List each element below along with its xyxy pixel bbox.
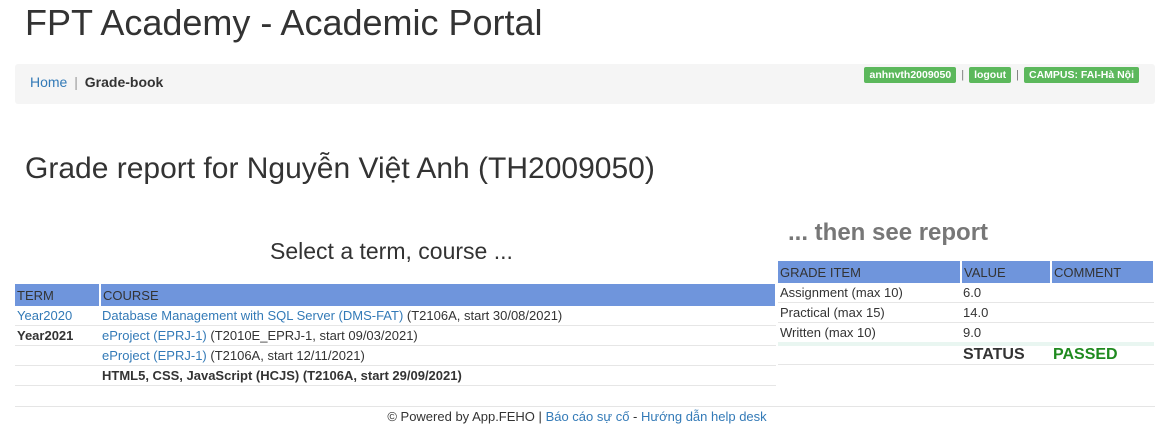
grade-item-name: Written (max 10)	[778, 322, 961, 345]
table-row: eProject (EPRJ-1) (T2106A, start 12/11/2…	[15, 345, 776, 366]
table-row: Year2021 eProject (EPRJ-1) (T2010E_EPRJ-…	[15, 325, 776, 346]
breadcrumb-separator: |	[74, 74, 78, 90]
grade-item-column-header: GRADE ITEM	[778, 261, 962, 283]
table-row: HTML5, CSS, JavaScript (HCJS) (T2106A, s…	[15, 365, 776, 386]
status-row: STATUS PASSED	[778, 342, 1154, 365]
course-link[interactable]: eProject (EPRJ-1)	[102, 328, 207, 343]
user-badges: anhnvth2009050 | logout | CAMPUS: FAI-Hà…	[864, 67, 1139, 83]
select-term-heading: Select a term, course ...	[270, 238, 513, 264]
course-detail: (T2106A, start 30/08/2021)	[403, 308, 563, 323]
footer-separator: -	[633, 409, 638, 424]
course-link[interactable]: Database Management with SQL Server (DMS…	[102, 308, 403, 323]
course-detail: (T2010E_EPRJ-1, start 09/03/2021)	[206, 328, 418, 343]
grade-item-name: Assignment (max 10)	[778, 283, 961, 303]
table-row: Year2020 Database Management with SQL Se…	[15, 306, 776, 326]
table-header-row: GRADE ITEM VALUE COMMENT	[778, 261, 1155, 283]
grade-item-comment	[1051, 283, 1154, 303]
report-issue-link[interactable]: Báo cáo sự cố	[546, 409, 630, 424]
term-course-table: TERM COURSE Year2020 Database Management…	[15, 284, 777, 386]
course-link[interactable]: eProject (EPRJ-1)	[102, 348, 207, 363]
term-cell-empty	[15, 345, 100, 366]
term-column-header: TERM	[15, 284, 101, 306]
badge-separator: |	[1016, 69, 1019, 81]
term-current-year2021: Year2021	[15, 325, 100, 346]
breadcrumb-current: Grade-book	[84, 74, 164, 90]
term-cell-empty	[15, 365, 100, 386]
grade-report-table: GRADE ITEM VALUE COMMENT Assignment (max…	[778, 261, 1155, 365]
table-header-row: TERM COURSE	[15, 284, 777, 306]
username-badge[interactable]: anhnvth2009050	[864, 67, 957, 83]
table-row: Assignment (max 10) 6.0	[778, 283, 1154, 303]
help-desk-link[interactable]: Hướng dẫn help desk	[641, 409, 767, 424]
status-label: STATUS	[961, 342, 1051, 365]
breadcrumb: Home | Grade-book	[30, 74, 163, 90]
term-link-year2020[interactable]: Year2020	[17, 308, 72, 323]
powered-by-text: © Powered by App.FEHO	[387, 409, 535, 424]
table-row: Practical (max 15) 14.0	[778, 302, 1154, 323]
value-column-header: VALUE	[961, 261, 1052, 283]
see-report-heading: ... then see report	[788, 219, 989, 246]
top-navbar: Home | Grade-book anhnvth2009050 | logou…	[15, 64, 1155, 104]
status-value: PASSED	[1051, 342, 1154, 365]
grade-item-comment	[1051, 302, 1154, 323]
footer-separator: |	[538, 409, 542, 424]
grade-item-value: 9.0	[961, 322, 1051, 345]
course-detail: (T2106A, start 12/11/2021)	[206, 348, 365, 363]
table-row: Written (max 10) 9.0	[778, 322, 1154, 345]
status-spacer	[778, 342, 961, 365]
grade-item-value: 14.0	[961, 302, 1051, 323]
breadcrumb-home-link[interactable]: Home	[30, 74, 67, 90]
grade-item-name: Practical (max 15)	[778, 302, 961, 323]
comment-column-header: COMMENT	[1051, 261, 1155, 283]
campus-badge[interactable]: CAMPUS: FAI-Hà Nội	[1024, 67, 1139, 83]
course-column-header: COURSE	[100, 284, 777, 306]
app-title: FPT Academy - Academic Portal	[25, 2, 543, 43]
logout-button[interactable]: logout	[969, 67, 1012, 83]
report-title: Grade report for Nguyễn Việt Anh (TH2009…	[25, 152, 655, 185]
badge-separator: |	[961, 69, 965, 81]
grade-item-value: 6.0	[961, 283, 1051, 303]
grade-item-comment	[1051, 322, 1154, 345]
course-selected: HTML5, CSS, JavaScript (HCJS) (T2106A, s…	[100, 365, 776, 386]
footer: © Powered by App.FEHO | Báo cáo sự cố - …	[15, 406, 1155, 424]
